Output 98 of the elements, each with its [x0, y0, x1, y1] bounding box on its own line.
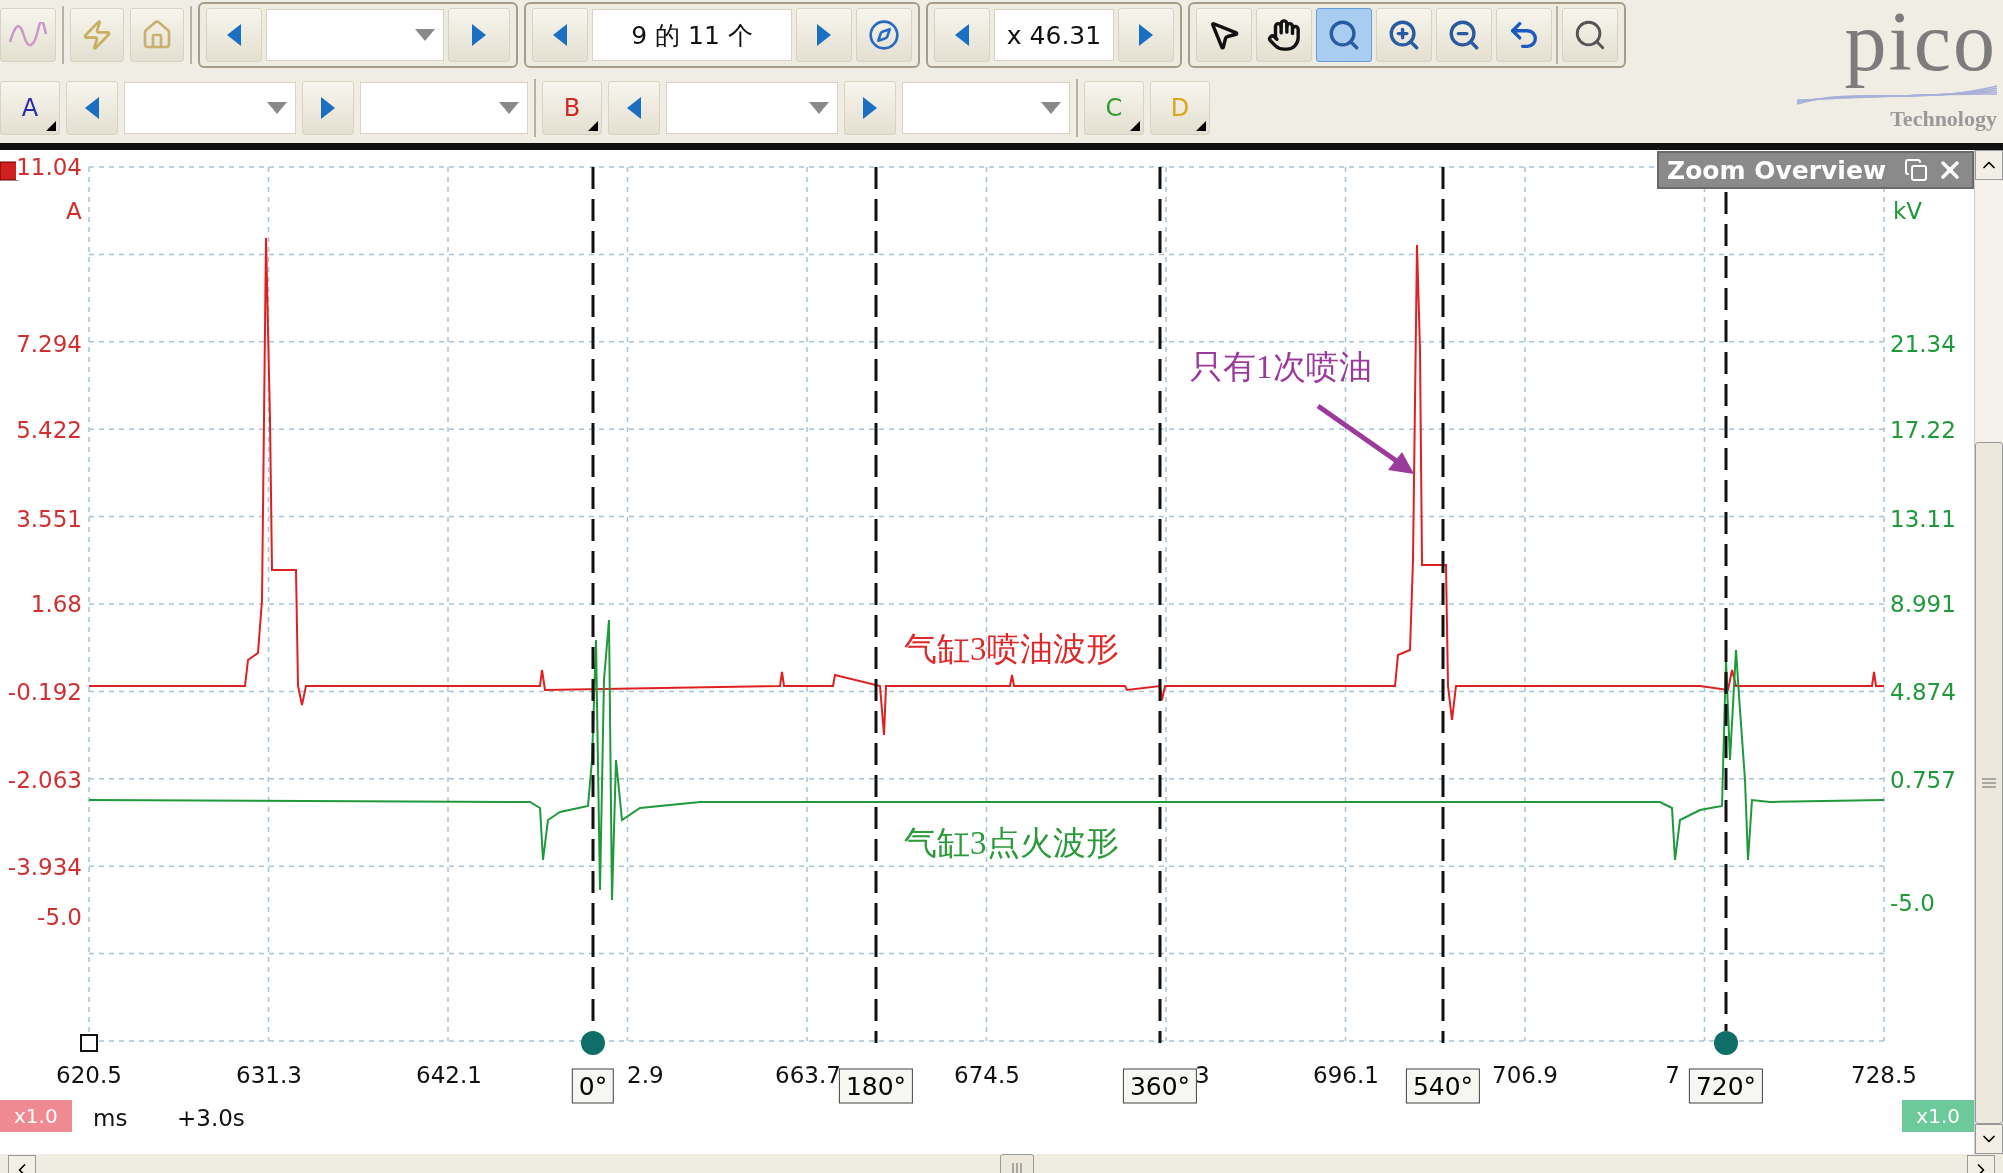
lightning-icon — [81, 19, 113, 51]
page-counter: 9 的 11 个 — [592, 9, 792, 61]
scroll-down-button[interactable] — [1975, 1124, 2003, 1154]
left-arrow-icon — [627, 97, 641, 119]
cursor-label: 0° — [571, 1068, 615, 1104]
previous-button[interactable] — [608, 81, 660, 135]
home-icon — [141, 19, 173, 51]
axis-unit-label: kV — [1893, 198, 1923, 224]
trace-label: 气缸3点火波形 — [904, 823, 1119, 863]
trigger-marker[interactable] — [80, 1034, 98, 1052]
zoom-100-button[interactable] — [1562, 8, 1618, 62]
axis-tick-label: 706.9 — [1492, 1062, 1558, 1088]
grip-icon — [1982, 778, 1996, 788]
axis-tick-label: 674.5 — [954, 1062, 1020, 1088]
restore-button[interactable] — [1904, 158, 1928, 182]
cursor-label: 720° — [1688, 1068, 1764, 1104]
dropdown-field[interactable] — [360, 82, 528, 134]
cursor-line[interactable] — [874, 167, 878, 1043]
channel-marker — [0, 161, 19, 181]
previous-button[interactable] — [206, 8, 262, 62]
left-arrow-icon — [553, 24, 567, 46]
zoom-overview-title: Zoom Overview — [1667, 155, 1887, 185]
trace-label: 气缸3喷油波形 — [904, 629, 1119, 669]
axis-tick-label: 0.757 — [1890, 767, 1956, 793]
left-arrow-icon — [85, 97, 99, 119]
cursor-drawing[interactable] — [1714, 192, 1738, 1055]
axis-tick-label: 696.1 — [1313, 1062, 1379, 1088]
zoom-region-icon — [1327, 18, 1361, 52]
scale-badge: x1.0 — [0, 1100, 72, 1132]
left-arrow-icon — [955, 24, 969, 46]
dropdown-caret-icon — [1041, 102, 1061, 114]
restore-icon — [1904, 158, 1928, 182]
previous-button[interactable] — [532, 8, 588, 62]
channel-button[interactable]: B — [542, 81, 602, 135]
cursor-line[interactable] — [1441, 167, 1445, 1043]
dropdown-field[interactable] — [902, 82, 1070, 134]
cursor-drawing[interactable] — [581, 167, 605, 1055]
axis-tick-label: 2.9 — [627, 1062, 664, 1088]
next-button[interactable] — [448, 8, 510, 62]
next-button[interactable] — [796, 8, 852, 62]
zoom-factor-field[interactable]: x 46.31 — [994, 9, 1114, 61]
axis-tick-label: 3 — [1195, 1062, 1210, 1088]
time-offset-label: +3.0s — [177, 1105, 245, 1131]
logo-tagline: Technology — [1890, 106, 1997, 132]
dropdown-caret-icon — [809, 102, 829, 114]
axis-tick-label: 620.5 — [56, 1062, 122, 1088]
right-arrow-icon — [863, 97, 877, 119]
zoom-out-icon — [1447, 18, 1481, 52]
zoom-in-icon — [1387, 18, 1421, 52]
axis-tick-label: 13.11 — [1890, 506, 1956, 532]
right-arrow-icon — [472, 24, 486, 46]
search-icon — [1573, 18, 1607, 52]
cursor-label: 360° — [1122, 1068, 1198, 1104]
previous-button[interactable] — [66, 81, 118, 135]
callout-text: 只有1次喷油 — [1190, 347, 1372, 387]
next-button[interactable] — [844, 81, 896, 135]
tool-button[interactable] — [1436, 8, 1492, 62]
next-button[interactable] — [302, 81, 354, 135]
dropdown-caret-icon — [267, 102, 287, 114]
dropdown-field[interactable] — [124, 82, 296, 134]
next-button[interactable] — [1118, 8, 1174, 62]
scale-badge: x1.0 — [1902, 1100, 1974, 1132]
axis-tick-label: -5.0 — [1890, 890, 1935, 916]
dropdown-field[interactable] — [666, 82, 838, 134]
compass-icon — [868, 19, 900, 51]
compass-button[interactable] — [856, 8, 912, 62]
axis-tick-label: 4.874 — [1890, 679, 1956, 705]
tool-button[interactable] — [1196, 8, 1252, 62]
axis-tick-label: 642.1 — [416, 1062, 482, 1088]
axis-tick-label: 631.3 — [236, 1062, 302, 1088]
channel-button[interactable]: C — [1084, 81, 1144, 135]
right-arrow-icon — [321, 97, 335, 119]
cursor-line[interactable] — [1158, 167, 1162, 1043]
cursor-label: 180° — [838, 1068, 914, 1104]
dropdown-caret-icon — [499, 102, 519, 114]
axis-tick-label: 7 — [1665, 1062, 1680, 1088]
axis-tick-label: 663.7 — [775, 1062, 841, 1088]
right-arrow-icon — [817, 24, 831, 46]
vertical-scroll-thumb[interactable] — [1975, 442, 2003, 1124]
scroll-up-button[interactable] — [1975, 150, 2003, 180]
axis-unit-label: ms — [93, 1105, 128, 1131]
axis-tick-label: 21.34 — [1890, 331, 1956, 357]
dropdown-caret-icon — [415, 29, 435, 41]
axis-tick-label: 17.22 — [1890, 417, 1956, 443]
tool-button[interactable] — [1256, 8, 1312, 62]
channel-button[interactable]: A — [0, 81, 60, 135]
axis-unit-label: A — [66, 198, 82, 224]
dropdown-field[interactable] — [266, 9, 444, 61]
cursor-label: 540° — [1405, 1068, 1481, 1104]
axis-tick-label: 728.5 — [1851, 1062, 1917, 1088]
previous-button[interactable] — [934, 8, 990, 62]
right-arrow-icon — [1139, 24, 1153, 46]
tool-button[interactable] — [1376, 8, 1432, 62]
axis-tick-label: 8.991 — [1890, 591, 1956, 617]
hand-icon — [1267, 18, 1301, 52]
waveform-icon — [8, 22, 48, 48]
grip-icon — [1011, 1163, 1022, 1173]
left-arrow-icon — [227, 24, 241, 46]
